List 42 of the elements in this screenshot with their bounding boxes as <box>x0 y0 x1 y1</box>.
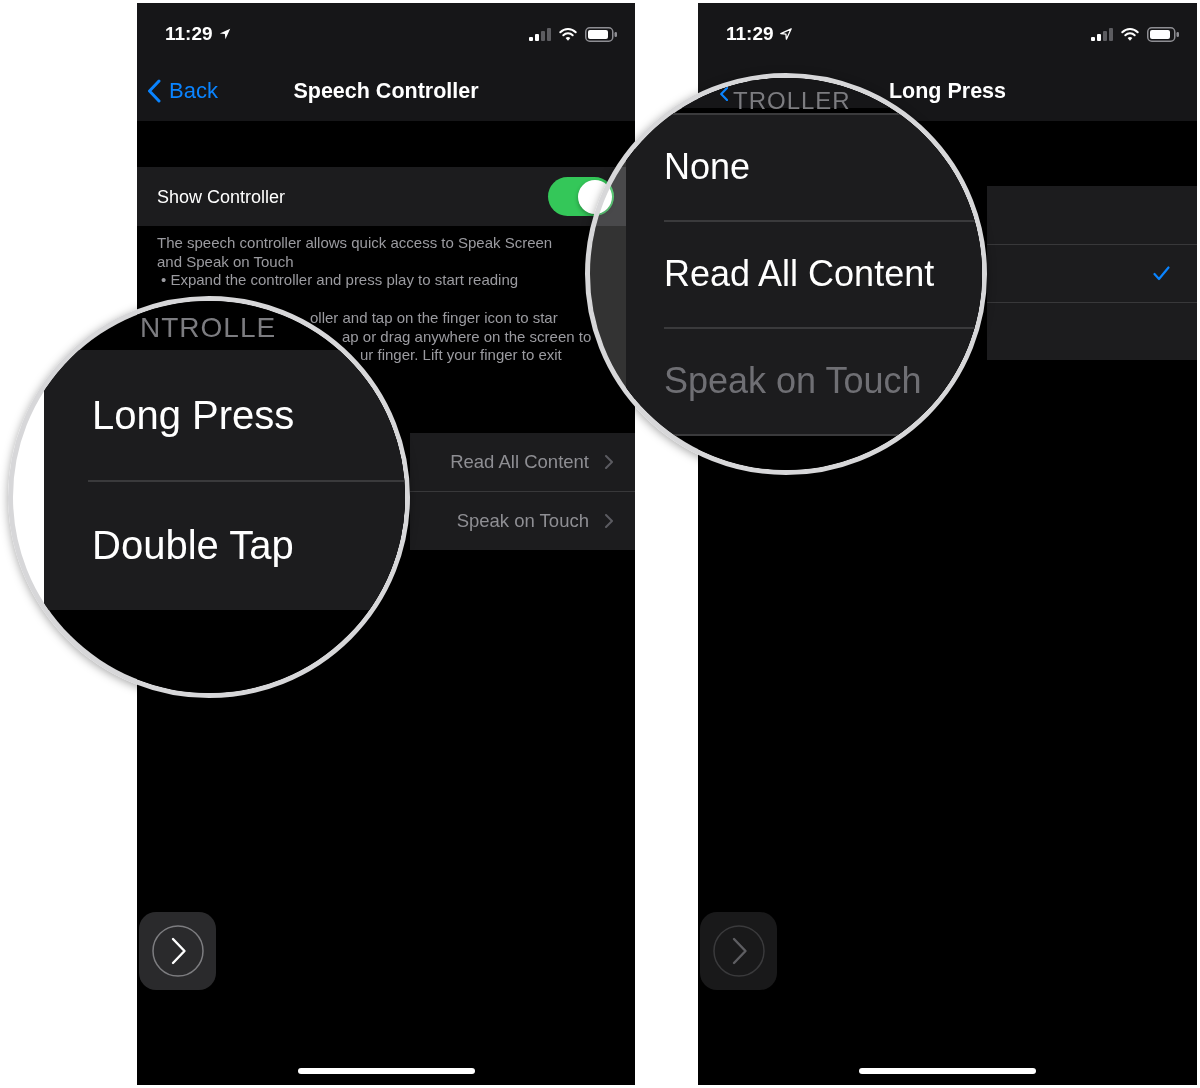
footer-text: ap or drag anywhere on the screen to <box>342 327 592 347</box>
back-button[interactable]: Back <box>147 77 218 104</box>
chevron-circle-icon <box>712 925 765 977</box>
wifi-icon <box>559 28 577 41</box>
footer-text: and Speak on Touch <box>157 252 294 272</box>
controller-button[interactable] <box>139 912 216 990</box>
settings-row[interactable]: Read All Content <box>410 432 635 492</box>
battery-icon <box>1147 27 1179 42</box>
row-label: Double Tap <box>92 522 294 568</box>
option-row[interactable] <box>987 302 1197 360</box>
option-label: Speak on Touch <box>664 359 922 402</box>
signal-icon <box>1091 28 1113 41</box>
wifi-icon <box>1121 28 1139 41</box>
back-label: TROLLER <box>733 87 851 115</box>
location-arrow-icon <box>218 28 231 40</box>
status-time: 11:29 <box>726 22 774 46</box>
back-chevron-icon <box>147 78 161 103</box>
option-label: None <box>664 145 751 188</box>
option-label: Read All Content <box>664 252 935 295</box>
settings-row[interactable]: Speak on Touch <box>410 491 635 550</box>
status-time: 11:29 <box>165 22 213 46</box>
screen-title: Speech Controller <box>293 77 479 104</box>
footer-text: ur finger. Lift your finger to exit <box>360 346 562 365</box>
option-row[interactable] <box>987 186 1197 244</box>
signal-icon <box>529 28 551 41</box>
chevron-right-icon <box>605 513 613 528</box>
row-label: Show Controller <box>157 185 286 208</box>
toggle-switch[interactable] <box>548 177 614 216</box>
option-row[interactable] <box>987 244 1197 302</box>
screen-title: Long Press <box>888 77 1007 104</box>
section-header: NTROLLE <box>140 312 277 344</box>
footer-text: The speech controller allows quick access to Speak Screen <box>157 234 553 253</box>
chevron-circle-icon <box>151 925 204 977</box>
footer-text: oller and tap on the finger icon to star <box>310 308 558 328</box>
row-value: Read All Content <box>450 451 589 474</box>
footer-text: • Expand the controller and press play to start reading <box>161 271 519 291</box>
row-label: Long Press <box>92 392 295 438</box>
chevron-right-icon <box>605 455 613 470</box>
row-value: Speak on Touch <box>456 509 589 532</box>
battery-icon <box>585 27 617 42</box>
back-chevron-icon <box>720 87 728 101</box>
location-arrow-icon <box>779 28 792 40</box>
